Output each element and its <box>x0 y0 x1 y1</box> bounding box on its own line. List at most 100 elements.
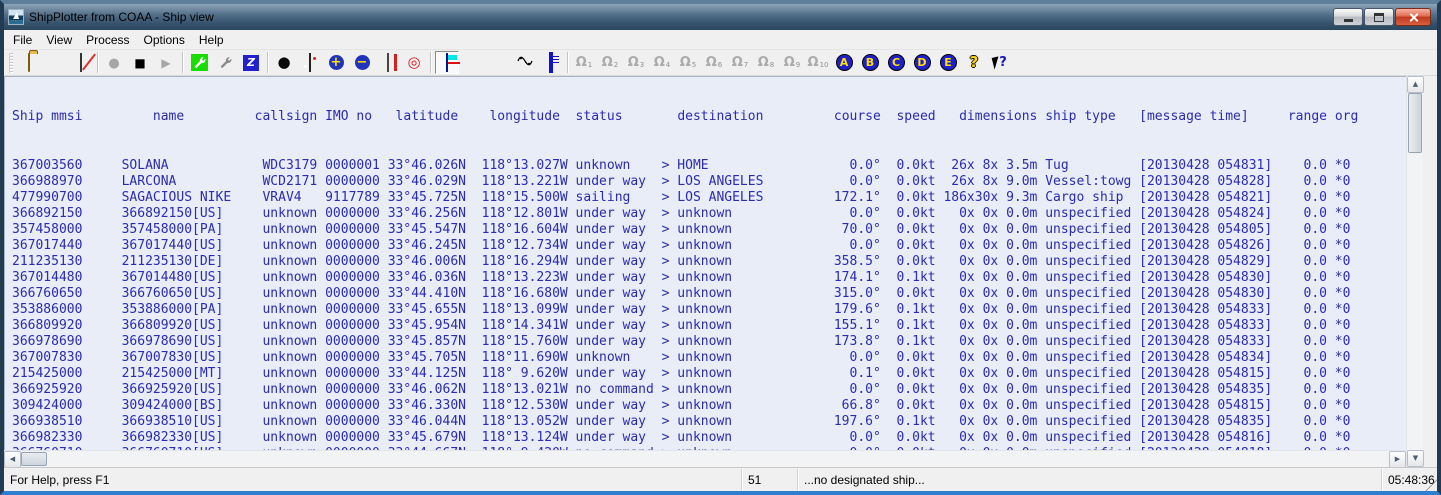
cell-dimensions: 0x 0x 0.0m <box>936 206 1038 221</box>
ship-row[interactable]: 366988970 LARCONA WCD2171 0000000 33°46.… <box>4 174 1406 190</box>
filter-b-button[interactable]: B <box>858 51 882 74</box>
wrench-info-icon <box>217 54 234 71</box>
ship-row[interactable]: 215425000 215425000[MT] unknown 0000000 … <box>4 366 1406 382</box>
cell-callsign: unknown <box>255 398 318 413</box>
cell-msgtime: [20130428 054828] <box>1131 174 1272 189</box>
audio-button <box>43 51 67 74</box>
ship-row[interactable]: 309424000 309424000[BS] unknown 0000000 … <box>4 398 1406 414</box>
filter-a-button[interactable]: A <box>832 51 856 74</box>
toolbar-grip[interactable] <box>9 53 13 73</box>
horizontal-scroll-track[interactable] <box>47 451 1389 467</box>
ship-row[interactable]: 477990700 SAGACIOUS NIKE VRAV4 9117789 3… <box>4 190 1406 206</box>
cell-course: 172.1° <box>803 190 881 205</box>
ship-row[interactable]: 367007830 367007830[US] unknown 0000000 … <box>4 350 1406 366</box>
scroll-right-button[interactable]: ▶ <box>1389 451 1406 468</box>
cell-destination: unknown <box>669 270 802 285</box>
about-button[interactable]: ? <box>962 51 986 74</box>
ship-row[interactable]: 367014480 367014480[US] unknown 0000000 … <box>4 270 1406 286</box>
cell-speed: 0.0kt <box>881 206 936 221</box>
list-view-button[interactable] <box>461 51 485 74</box>
filter-d-button[interactable]: D <box>910 51 934 74</box>
preset-3-icon: Ω3 <box>628 56 645 69</box>
zoom-out-button[interactable]: − <box>350 51 374 74</box>
ship-row[interactable]: 366892150 366892150[US] unknown 0000000 … <box>4 206 1406 222</box>
circle-d-icon: D <box>914 54 931 71</box>
cell-course: 358.5° <box>803 254 881 269</box>
maximize-button[interactable] <box>1364 8 1394 26</box>
waveform-icon <box>517 54 533 72</box>
ship-row[interactable]: 366982330 366982330[US] unknown 0000000 … <box>4 430 1406 446</box>
cell-name: 367014480[US] <box>82 270 254 285</box>
cell-shiptype: unspecified <box>1037 206 1131 221</box>
cell-org: *0 <box>1327 206 1358 221</box>
globe-button[interactable]: ● <box>272 51 296 74</box>
stop-button[interactable]: ■ <box>128 51 152 74</box>
cell-dimensions: 0x 0x 0.0m <box>936 318 1038 333</box>
filter-c-button[interactable]: C <box>884 51 908 74</box>
cell-msgtime: [20130428 054830] <box>1131 286 1272 301</box>
cell-latitude: 33°45.857N <box>380 334 466 349</box>
maximize-icon <box>1374 13 1384 22</box>
cell-name: 366760650[US] <box>82 286 254 301</box>
ship-row[interactable]: 367017440 367017440[US] unknown 0000000 … <box>4 238 1406 254</box>
col-range: range <box>1249 109 1327 124</box>
scroll-up-button[interactable]: ▲ <box>1407 76 1424 93</box>
close-button[interactable] <box>1395 8 1431 26</box>
scroll-down-button[interactable]: ▼ <box>1407 450 1424 467</box>
vertical-scrollbar[interactable]: ▲ ▼ <box>1406 76 1423 467</box>
ship-row[interactable]: 366938510 366938510[US] unknown 0000000 … <box>4 414 1406 430</box>
ship-row[interactable]: 353886000 353886000[PA] unknown 0000000 … <box>4 302 1406 318</box>
menu-help[interactable]: Help <box>192 31 231 49</box>
cell-org: *0 <box>1327 238 1358 253</box>
message-view-button[interactable] <box>539 51 563 74</box>
setup-button[interactable] <box>187 51 211 74</box>
zoom-in-button[interactable]: + <box>324 51 348 74</box>
map-window-button[interactable] <box>69 51 93 74</box>
cell-destination: unknown <box>669 414 802 429</box>
ship-row[interactable]: 366760650 366760650[US] unknown 0000000 … <box>4 286 1406 302</box>
minimize-button[interactable] <box>1333 8 1363 26</box>
menu-file[interactable]: File <box>6 31 39 49</box>
chart-button[interactable] <box>298 51 322 74</box>
serial-io-button[interactable]: Z <box>239 51 263 74</box>
menu-view[interactable]: View <box>39 31 79 49</box>
ship-row[interactable]: 211235130 211235130[DE] unknown 0000000 … <box>4 254 1406 270</box>
cell-mmsi: 353886000 <box>12 302 82 317</box>
horizontal-scrollbar[interactable]: ◀ ▶ <box>4 450 1406 467</box>
cell-imo: 0000000 <box>317 254 380 269</box>
menu-bar: FileViewProcessOptionsHelp <box>4 30 1437 50</box>
filter-e-button[interactable]: E <box>936 51 960 74</box>
open-file-button[interactable] <box>17 51 41 74</box>
ship-row[interactable]: 366978690 366978690[US] unknown 0000000 … <box>4 334 1406 350</box>
horizontal-scroll-thumb[interactable] <box>21 452 47 466</box>
vertical-scroll-thumb[interactable] <box>1408 93 1422 153</box>
range-rings-button[interactable]: ◎ <box>402 51 426 74</box>
cell-gt: > <box>654 174 670 189</box>
ship-row[interactable]: 366925920 366925920[US] unknown 0000000 … <box>4 382 1406 398</box>
ship-row[interactable]: 366809920 366809920[US] unknown 0000000 … <box>4 318 1406 334</box>
cell-longitude: 118° 9.620W <box>466 366 568 381</box>
vertical-scroll-track[interactable] <box>1407 153 1423 450</box>
scroll-left-button[interactable]: ◀ <box>4 451 21 468</box>
uk-chart-button[interactable] <box>376 51 400 74</box>
ship-view-button[interactable] <box>435 51 459 74</box>
menu-process[interactable]: Process <box>79 31 136 49</box>
cell-range: 0.0 <box>1272 366 1327 381</box>
cell-name: 366982330[US] <box>82 430 254 445</box>
menu-options[interactable]: Options <box>137 31 192 49</box>
arrow-up-icon: ▲ <box>1413 81 1418 88</box>
ship-row[interactable]: 357458000 357458000[PA] unknown 0000000 … <box>4 222 1406 238</box>
ship-row[interactable]: 367003560 SOLANA WDC3179 0000001 33°46.0… <box>4 158 1406 174</box>
signal-view-button[interactable] <box>513 51 537 74</box>
cell-org: *0 <box>1327 158 1358 173</box>
cell-speed: 0.0kt <box>881 174 936 189</box>
cell-msgtime: [20130428 054815] <box>1131 398 1272 413</box>
toolbar-separator <box>97 52 98 73</box>
cell-msgtime: [20130428 054826] <box>1131 238 1272 253</box>
toolbar-separator <box>567 52 568 73</box>
context-help-button[interactable]: ? <box>988 51 1012 74</box>
cell-gt: > <box>654 382 670 397</box>
cell-msgtime: [20130428 054831] <box>1131 158 1272 173</box>
cell-status: sailing <box>568 190 654 205</box>
cell-imo: 0000000 <box>317 270 380 285</box>
